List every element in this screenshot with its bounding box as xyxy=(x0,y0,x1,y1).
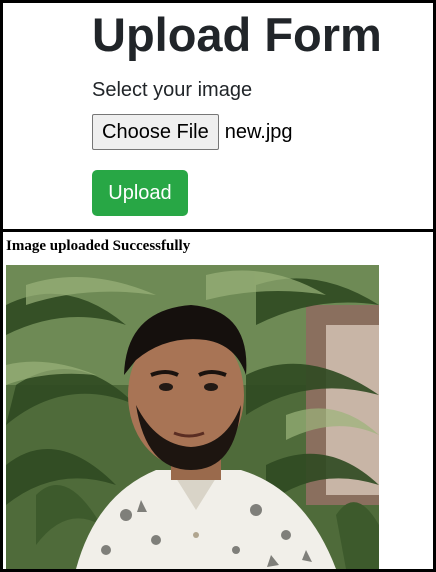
file-input[interactable]: Choose File new.jpg xyxy=(92,114,293,150)
selected-file-name: new.jpg xyxy=(224,120,293,143)
section-divider xyxy=(0,229,436,232)
choose-file-button[interactable]: Choose File xyxy=(92,114,219,150)
upload-status-message: Image uploaded Successfully xyxy=(6,238,191,254)
upload-button[interactable]: Upload xyxy=(92,170,188,216)
uploaded-image xyxy=(6,265,379,569)
image-field-label: Select your image xyxy=(92,79,253,101)
page-title: Upload Form xyxy=(92,8,382,61)
